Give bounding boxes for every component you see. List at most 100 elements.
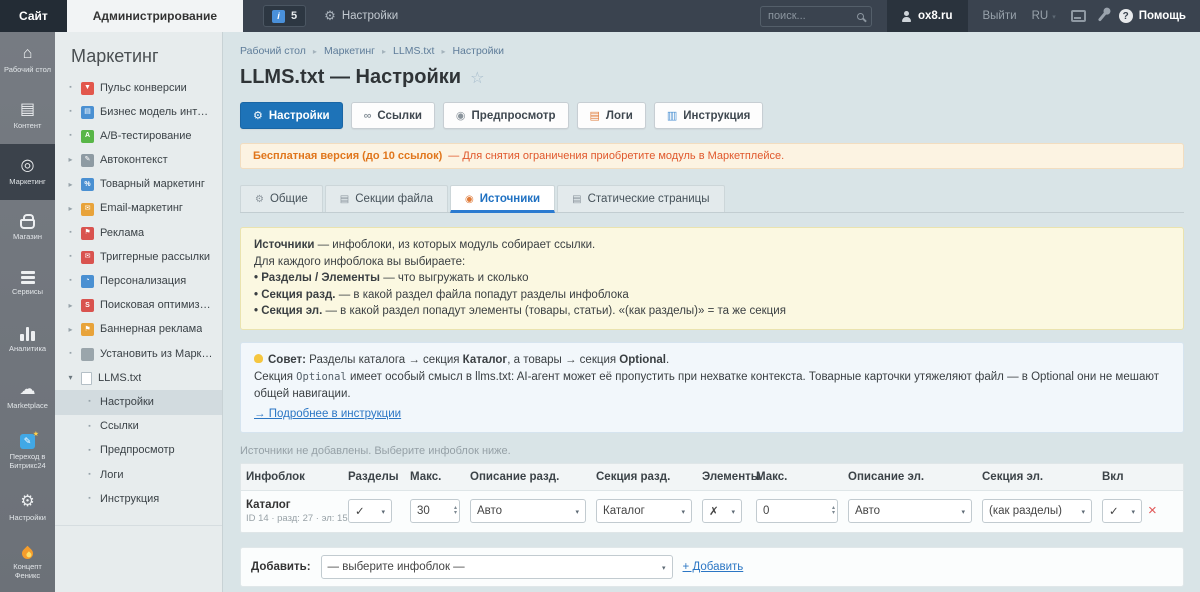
- megaphone-icon: [81, 227, 94, 240]
- elements-description-select[interactable]: Авто: [848, 499, 972, 523]
- tab-static-pages[interactable]: Статические страницы: [557, 185, 724, 212]
- user-icon: [902, 11, 911, 22]
- help-button[interactable]: ? Помощь: [1119, 9, 1186, 23]
- chevron-down-icon: [662, 561, 666, 573]
- breadcrumb-desktop[interactable]: Рабочий стол: [240, 45, 306, 57]
- sidebar-item-trigger-mailings[interactable]: Триггерные рассылки: [55, 245, 222, 269]
- elements-max-input[interactable]: 0: [756, 499, 838, 523]
- elements-section-select[interactable]: (как разделы): [982, 499, 1092, 523]
- rail-item-phoenix[interactable]: Концепт Феникс: [0, 536, 55, 592]
- rail-item-marketing[interactable]: Маркетинг: [0, 144, 55, 200]
- lightbulb-icon: [254, 354, 263, 363]
- breadcrumb-separator-icon: [441, 45, 445, 57]
- breadcrumb-separator-icon: [313, 45, 317, 57]
- infoblock-select[interactable]: — выберите инфоблок —: [321, 555, 673, 579]
- tab-file-sections[interactable]: Секции файла: [325, 185, 448, 212]
- target-icon: [21, 158, 35, 174]
- sidebar-item-install-marketplace[interactable]: Установить из Маркетплейс: [55, 342, 222, 366]
- search-box[interactable]: [760, 6, 872, 27]
- sidebar-item-conversion-pulse[interactable]: Пульс конверсии: [55, 76, 222, 100]
- table-header: Инфоблок Разделы Макс. Описание разд. Се…: [241, 464, 1183, 491]
- elements-enabled-select[interactable]: ✗: [702, 499, 742, 523]
- sidebar-item-llms-links[interactable]: Ссылки: [55, 415, 222, 439]
- layers-icon: [21, 271, 35, 284]
- sidebar-item-llms-manual[interactable]: Инструкция: [55, 487, 222, 511]
- sidebar-item-llms[interactable]: LLMS.txt: [55, 366, 222, 390]
- search-input[interactable]: [768, 10, 851, 22]
- add-source-row: Добавить: — выберите инфоблок — + Добави…: [240, 547, 1184, 587]
- sidebar-item-llms-logs[interactable]: Логи: [55, 463, 222, 487]
- sidebar-item-autocontext[interactable]: Автоконтекст: [55, 149, 222, 173]
- sections-description-select[interactable]: Авто: [470, 499, 586, 523]
- page-title: LLMS.txt — Настройки: [240, 66, 461, 89]
- manual-button[interactable]: Инструкция: [654, 102, 764, 129]
- rail-item-bitrix24[interactable]: Переход в Битрикс24: [0, 424, 55, 480]
- breadcrumb-llms[interactable]: LLMS.txt: [393, 45, 434, 57]
- sidebar-item-llms-settings[interactable]: Настройки: [55, 390, 222, 414]
- settings-button[interactable]: Настройки: [240, 102, 343, 129]
- user-login: ox8.ru: [918, 10, 953, 22]
- rail-item-settings[interactable]: Настройки: [0, 480, 55, 536]
- sidebar-item-email-marketing[interactable]: Email-маркетинг: [55, 197, 222, 221]
- help-label: Помощь: [1139, 10, 1186, 22]
- sections-section-select[interactable]: Каталог: [596, 499, 692, 523]
- preview-button[interactable]: Предпросмотр: [443, 102, 569, 129]
- sidebar-item-business-model[interactable]: Бизнес модель интернет-магазина: [55, 100, 222, 124]
- bar-chart-icon: [20, 327, 35, 341]
- stepper-icon[interactable]: [454, 506, 457, 516]
- tab-sources[interactable]: Источники: [450, 185, 555, 213]
- tab-general[interactable]: Общие: [240, 185, 323, 212]
- topbar-settings-button[interactable]: Настройки: [324, 8, 398, 24]
- sections-enabled-select[interactable]: ✓: [348, 499, 392, 523]
- sidebar-title: Маркетинг: [55, 32, 222, 76]
- sidebar-item-banner-ads[interactable]: Баннерная реклама: [55, 318, 222, 342]
- file-icon: [81, 372, 92, 385]
- clock-icon: [81, 275, 94, 288]
- bullet-icon: [85, 447, 94, 455]
- rail-item-analytics[interactable]: Аналитика: [0, 312, 55, 368]
- delete-row-button[interactable]: [1148, 502, 1157, 519]
- sources-info-box: Источники — инфоблоки, из которых модуль…: [240, 227, 1184, 330]
- manual-details-link[interactable]: → Подробнее в инструкции: [254, 406, 401, 423]
- sidebar-item-ads[interactable]: Реклама: [55, 221, 222, 245]
- sidebar-item-ab-testing[interactable]: AA/B-тестирование: [55, 124, 222, 148]
- sidebar-item-personalization[interactable]: Персонализация: [55, 270, 222, 294]
- favorite-star-icon[interactable]: [470, 68, 484, 88]
- sidebar-item-llms-preview[interactable]: Предпросмотр: [55, 439, 222, 463]
- notifications-badge[interactable]: i 5: [263, 5, 306, 27]
- chevron-down-icon: [1081, 505, 1085, 517]
- document-icon: [340, 194, 349, 205]
- bullet-icon: [85, 398, 94, 406]
- mailings-icon: [81, 251, 94, 264]
- expand-icon: [66, 180, 75, 190]
- sources-table: Инфоблок Разделы Макс. Описание разд. Се…: [240, 463, 1184, 533]
- marketing-sidebar: Маркетинг Пульс конверсии Бизнес модель …: [55, 32, 223, 592]
- pin-icon[interactable]: [1098, 11, 1107, 21]
- info-icon: i: [272, 10, 285, 23]
- logout-link[interactable]: Выйти: [983, 10, 1017, 22]
- breadcrumb-marketing[interactable]: Маркетинг: [324, 45, 375, 57]
- rail-item-services[interactable]: Сервисы: [0, 256, 55, 312]
- rail-item-marketplace[interactable]: Marketplace: [0, 368, 55, 424]
- rail-item-desktop[interactable]: Рабочий стол: [0, 32, 55, 88]
- language-selector[interactable]: RU: [1032, 10, 1056, 22]
- breadcrumb-separator-icon: [382, 45, 386, 57]
- tab-site[interactable]: Сайт: [0, 0, 67, 32]
- enabled-select[interactable]: ✓: [1102, 499, 1142, 523]
- user-menu[interactable]: ox8.ru: [887, 0, 968, 32]
- rail-item-content[interactable]: Контент: [0, 88, 55, 144]
- add-source-link[interactable]: + Добавить: [683, 561, 744, 573]
- stepper-icon[interactable]: [832, 506, 835, 516]
- sidebar-item-seo[interactable]: Поисковая оптимизация: [55, 294, 222, 318]
- bullet-icon: [66, 253, 75, 261]
- tab-admin[interactable]: Администрирование: [67, 0, 243, 32]
- bullet-icon: [66, 350, 75, 358]
- logs-button[interactable]: Логи: [577, 102, 646, 129]
- expand-icon: [66, 204, 75, 214]
- search-icon[interactable]: [857, 13, 864, 20]
- desktop-icon[interactable]: [1071, 10, 1086, 22]
- rail-item-shop[interactable]: Магазин: [0, 200, 55, 256]
- sidebar-item-product-marketing[interactable]: Товарный маркетинг: [55, 173, 222, 197]
- sections-max-input[interactable]: 30: [410, 499, 460, 523]
- links-button[interactable]: Ссылки: [351, 102, 435, 129]
